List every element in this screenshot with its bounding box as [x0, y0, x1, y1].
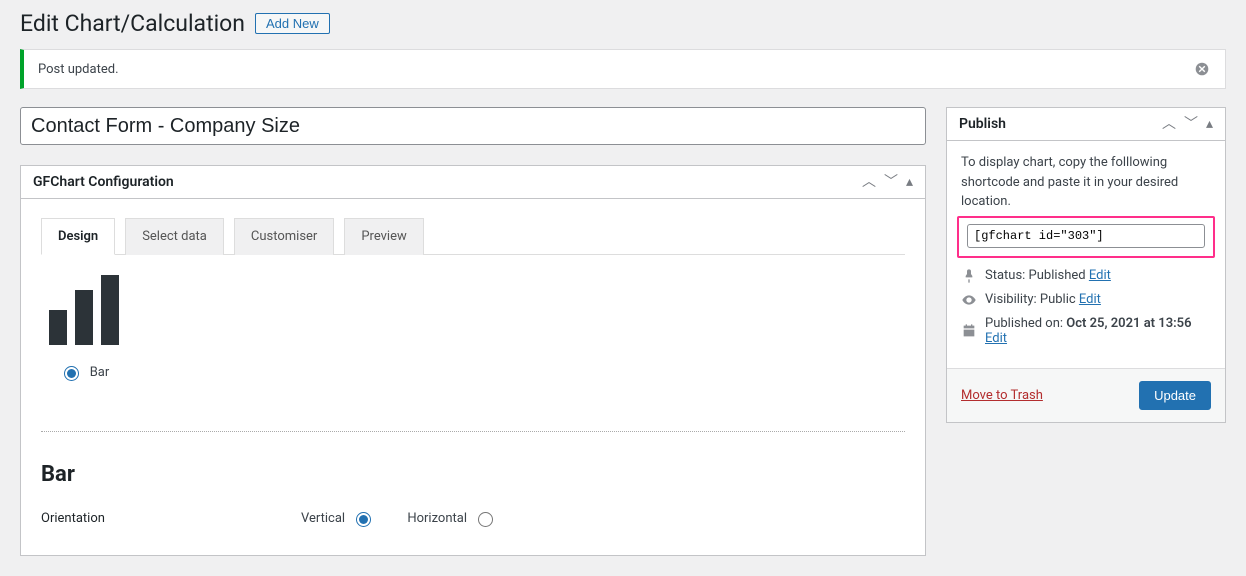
pin-icon: [961, 268, 977, 284]
caret-up-icon[interactable]: ▴: [1206, 117, 1213, 131]
visibility-prefix: Visibility:: [985, 292, 1040, 307]
orientation-vertical-label: Vertical: [301, 511, 345, 526]
tab-design[interactable]: Design: [41, 218, 115, 255]
bar-chart-icon: [49, 275, 119, 345]
visibility-value: Public: [1040, 292, 1076, 307]
orientation-horizontal-option[interactable]: Horizontal: [407, 509, 496, 527]
chart-type-label: Bar: [90, 365, 110, 380]
post-title-input[interactable]: [20, 107, 926, 145]
move-to-trash-link[interactable]: Move to Trash: [961, 388, 1043, 403]
status-edit-link[interactable]: Edit: [1089, 268, 1111, 283]
eye-icon: [961, 292, 977, 308]
chevron-down-icon[interactable]: ﹀: [1184, 117, 1198, 131]
add-new-button[interactable]: Add New: [255, 13, 330, 34]
update-button[interactable]: Update: [1139, 381, 1211, 410]
shortcode-highlight: [957, 216, 1215, 258]
status-value: Published: [1029, 268, 1086, 283]
published-prefix: Published on:: [985, 316, 1066, 331]
config-metabox: GFChart Configuration ︿ ﹀ ▴ Design Selec…: [20, 165, 926, 556]
chevron-up-icon[interactable]: ︿: [862, 175, 876, 189]
tab-preview[interactable]: Preview: [344, 218, 423, 255]
notice-message: Post updated.: [38, 62, 119, 77]
orientation-vertical-option[interactable]: Vertical: [301, 509, 374, 527]
publish-metabox: Publish ︿ ﹀ ▴ To display chart, copy the…: [946, 107, 1226, 423]
tab-customiser[interactable]: Customiser: [234, 218, 334, 255]
divider: [41, 431, 905, 432]
orientation-horizontal-label: Horizontal: [407, 511, 467, 526]
config-box-title: GFChart Configuration: [33, 174, 174, 190]
config-tabs: Design Select data Customiser Preview: [41, 217, 905, 255]
caret-up-icon[interactable]: ▴: [906, 175, 913, 189]
notice-banner: Post updated.: [20, 49, 1226, 89]
published-edit-link[interactable]: Edit: [985, 331, 1007, 346]
page-title: Edit Chart/Calculation: [20, 10, 245, 37]
chevron-down-icon[interactable]: ﹀: [884, 175, 898, 189]
orientation-label: Orientation: [41, 511, 261, 526]
orientation-vertical-radio[interactable]: [356, 512, 371, 527]
orientation-horizontal-radio[interactable]: [478, 512, 493, 527]
visibility-edit-link[interactable]: Edit: [1079, 292, 1101, 307]
chart-type-option-bar[interactable]: Bar: [35, 255, 133, 381]
close-icon[interactable]: [1193, 60, 1211, 78]
status-prefix: Status:: [985, 268, 1029, 283]
publish-box-title: Publish: [959, 116, 1006, 132]
chart-type-radio-bar[interactable]: [64, 366, 79, 381]
shortcode-input[interactable]: [967, 224, 1205, 248]
calendar-icon: [961, 323, 977, 339]
chevron-up-icon[interactable]: ︿: [1162, 117, 1176, 131]
publish-help-text: To display chart, copy the folllowing sh…: [961, 153, 1211, 212]
tab-select-data[interactable]: Select data: [125, 218, 224, 255]
published-value: Oct 25, 2021 at 13:56: [1066, 316, 1191, 331]
section-title-bar: Bar: [41, 462, 905, 487]
